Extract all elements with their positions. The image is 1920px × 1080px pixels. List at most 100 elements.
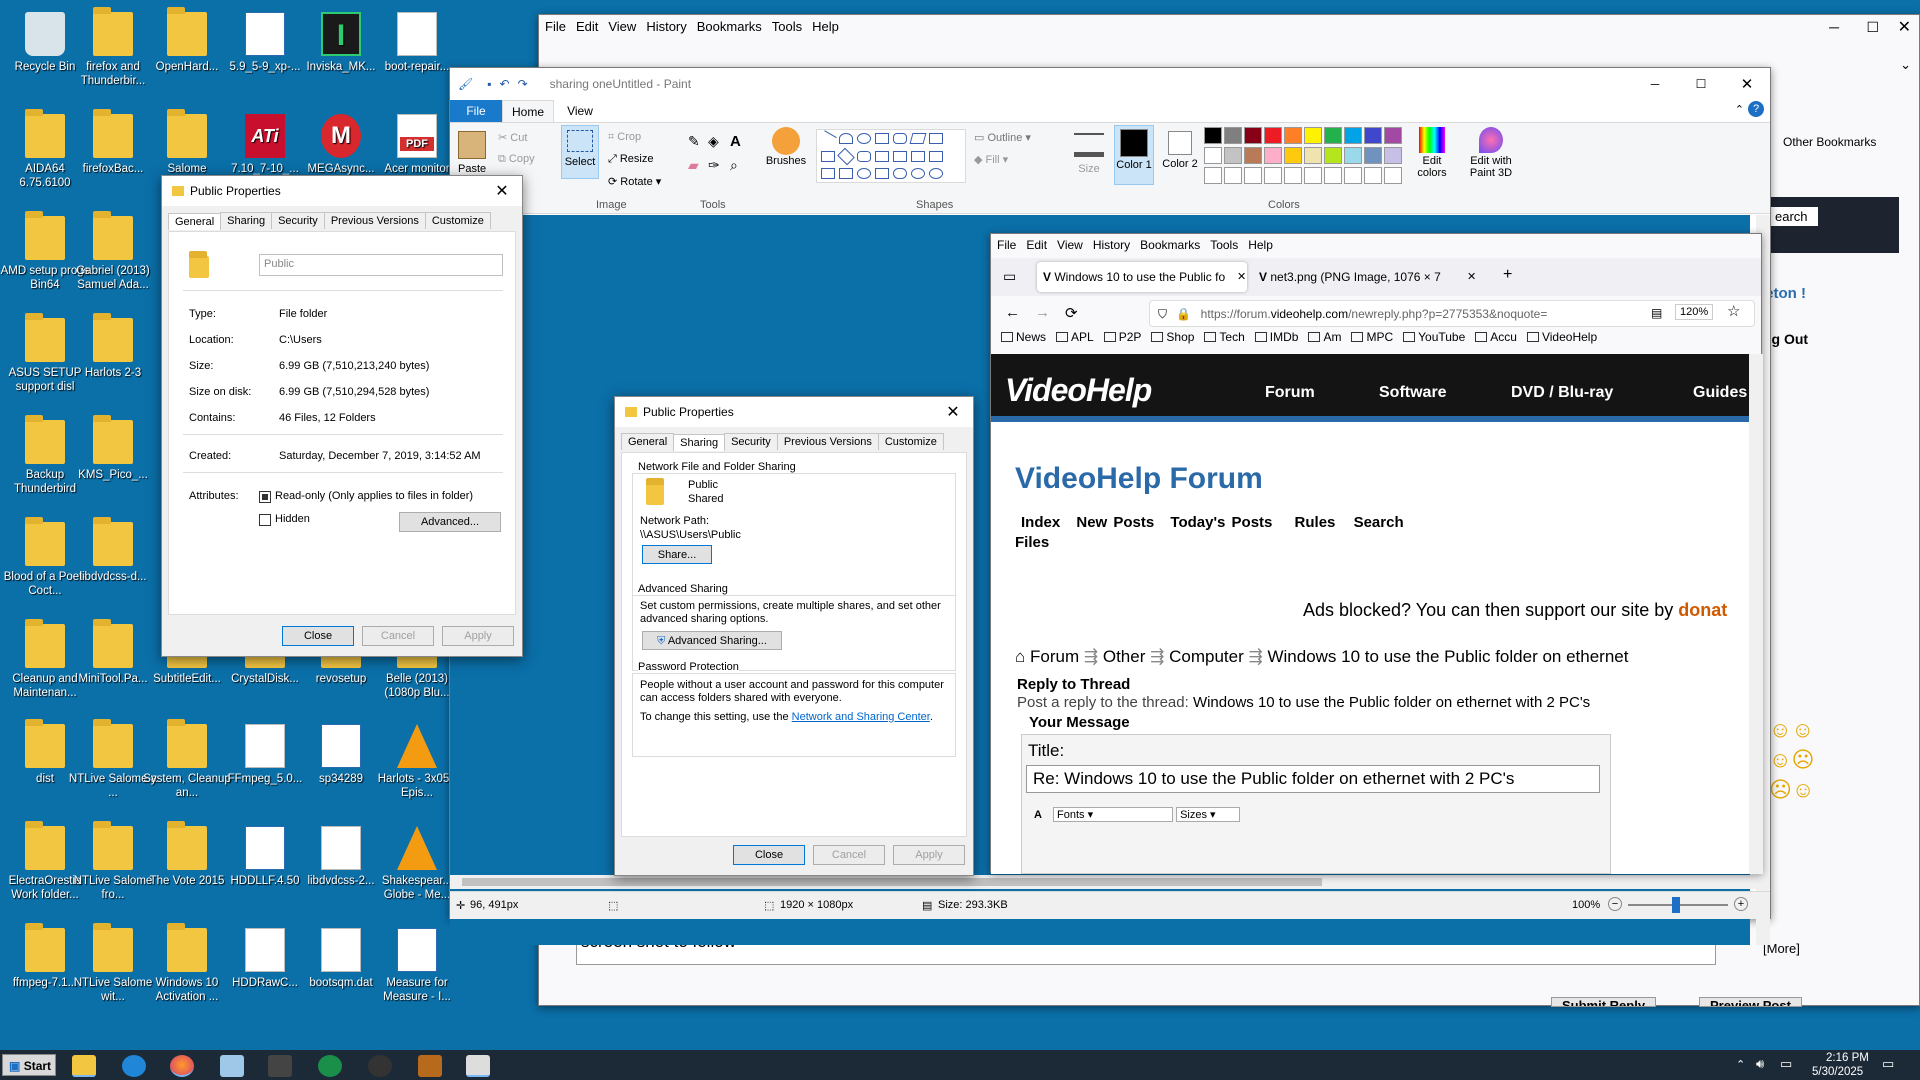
bookmark-item[interactable]: News [1001,330,1046,344]
palette-empty-swatch[interactable] [1304,167,1322,184]
zoom-indicator[interactable]: 120% [1675,304,1714,320]
submit-reply-button[interactable]: Submit Reply [1551,997,1657,1007]
tab-sharing[interactable]: Sharing [673,434,726,451]
close-dialog-button[interactable]: Close [733,845,805,865]
menu-bookmarks[interactable]: Bookmarks [1140,238,1200,252]
palette-empty-swatch[interactable] [1324,167,1342,184]
close-dialog-button[interactable]: Close [282,626,354,646]
tab-security[interactable]: Security [271,212,325,229]
title-input[interactable]: Re: Windows 10 to use the Public folder … [1026,765,1600,793]
pencil-tool[interactable]: ✎ [688,133,700,150]
menu-tools[interactable]: Tools [772,19,802,34]
tab-file[interactable]: File [450,100,502,122]
desktop-icon[interactable]: libdvdcss-d... [68,517,158,614]
color1-button[interactable]: Color 1 [1114,125,1154,185]
tab-close-icon[interactable]: ✕ [1237,270,1247,283]
maximize-button[interactable]: ☐ [1678,77,1724,91]
desktop-icon[interactable]: Gabriel (2013) Samuel Ada... [68,211,158,308]
palette-swatch[interactable] [1224,127,1242,144]
cancel-button[interactable]: Cancel [813,845,885,865]
paste-button[interactable] [458,131,486,159]
reload-icon[interactable]: ⟳ [1065,304,1078,322]
menu-help[interactable]: Help [812,19,839,34]
other-bookmarks[interactable]: Other Bookmarks [1783,135,1876,149]
palette-empty-swatch[interactable] [1264,167,1282,184]
greenapp-icon[interactable] [318,1055,342,1077]
palette-empty-swatch[interactable] [1244,167,1262,184]
text-tool[interactable]: A [730,133,741,150]
nav-software[interactable]: Software [1379,384,1447,402]
palette-swatch[interactable] [1384,127,1402,144]
nav-dvd-bluray[interactable]: DVD / Blu-ray [1511,384,1613,402]
desktop-icon[interactable]: Measure for Measure - I... [372,924,462,1020]
bookmark-item[interactable]: Am [1308,330,1341,344]
palette-swatch[interactable] [1244,147,1262,164]
palette-swatch[interactable] [1364,147,1382,164]
tab-overview-icon[interactable]: ▭ [1003,268,1016,285]
tab-general[interactable]: General [168,213,222,230]
tab-active[interactable]: V Windows 10 to use the Public fo [1037,262,1247,292]
forward-icon[interactable]: → [1035,304,1050,321]
desktop-icon[interactable]: OpenHard... [142,7,232,104]
breadcrumb-other[interactable]: Other [1103,647,1146,666]
close-button[interactable]: ✕ [1898,17,1911,37]
sizes-dropdown[interactable]: Sizes ▾ [1176,807,1241,822]
shapes-gallery[interactable] [816,129,966,183]
bookmark-item[interactable]: YouTube [1403,330,1465,344]
menu-history[interactable]: History [646,19,686,34]
tab-view[interactable]: View [554,100,606,122]
close-button[interactable]: ✕ [1724,75,1770,93]
breadcrumb-thread[interactable]: Windows 10 to use the Public folder on e… [1267,647,1628,666]
home-icon[interactable]: ⌂ [1015,647,1025,666]
tab-previous-versions[interactable]: Previous Versions [776,433,879,450]
palette-swatch[interactable] [1284,127,1302,144]
hidden-checkbox[interactable] [259,514,271,526]
edge-icon[interactable] [122,1055,146,1077]
palette-swatch[interactable] [1264,147,1282,164]
palette-empty-swatch[interactable] [1284,167,1302,184]
outline-dropdown[interactable]: ▭ Outline ▾ [974,131,1031,144]
menu-view[interactable]: View [608,19,636,34]
redo-icon[interactable]: ↷ [518,77,528,91]
menu-view[interactable]: View [1057,238,1083,252]
palette-empty-swatch[interactable] [1204,167,1222,184]
zoom-slider-thumb[interactable] [1672,897,1680,913]
copy-button[interactable]: ⧉ Copy [498,153,535,166]
close-button[interactable]: ✕ [482,181,522,201]
app-icon[interactable] [268,1055,292,1077]
start-button[interactable]: ▣ Start [2,1054,56,1076]
minimize-button[interactable]: ─ [1632,77,1678,91]
minimize-button[interactable]: ─ [1829,19,1839,35]
properties-dialog-general[interactable]: Public Properties ✕ General Sharing Secu… [161,175,523,657]
bookmark-item[interactable]: MPC [1351,330,1393,344]
tab-sharing[interactable]: Sharing [220,212,273,229]
bookmark-item[interactable]: VideoHelp [1526,330,1597,344]
rotate-button[interactable]: ⟳ Rotate ▾ [608,175,661,188]
desktop-icon[interactable]: Windows 10 Activation ... [142,923,232,1020]
color-palette[interactable] [1204,127,1404,189]
bookmark-item[interactable]: P2P [1103,330,1141,344]
bookmark-star-icon[interactable]: ☆ [1727,302,1741,320]
palette-empty-swatch[interactable] [1344,167,1362,184]
size-button[interactable]: Size [1070,127,1108,175]
properties-dialog-sharing[interactable]: Public Properties ✕ General Sharing Secu… [614,396,974,876]
font-style-icon[interactable]: A [1034,809,1042,821]
notification-icon[interactable]: ▭ [1882,1056,1894,1072]
apply-button[interactable]: Apply [893,845,965,865]
advanced-button[interactable]: Advanced... [399,512,501,532]
crop-button[interactable]: ⌗ Crop [608,131,641,144]
menu-file[interactable]: File [997,238,1016,252]
tray-chevron-icon[interactable]: ⌃ [1736,1058,1745,1071]
volume-icon[interactable]: 🔊︎ [1756,1056,1764,1072]
reader-view-icon[interactable]: ▤ [1651,306,1663,320]
paint-taskbar-icon[interactable] [466,1055,490,1077]
maximize-button[interactable]: ☐ [1866,19,1879,36]
menu-file[interactable]: File [545,19,566,34]
palette-swatch[interactable] [1244,127,1262,144]
search-button[interactable]: earch [1765,207,1818,226]
palette-swatch[interactable] [1344,127,1362,144]
breadcrumb-forum[interactable]: Forum [1030,647,1079,666]
palette-swatch[interactable] [1384,147,1402,164]
eraser-tool[interactable]: ▰ [688,157,699,174]
palette-swatch[interactable] [1304,127,1322,144]
